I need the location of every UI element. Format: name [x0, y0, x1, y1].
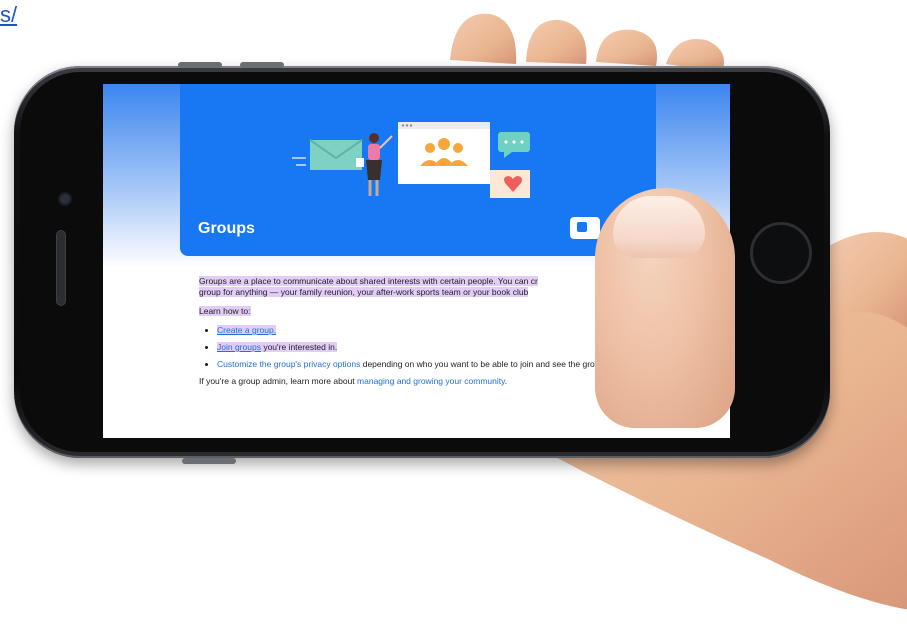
admin-text: If you're a group admin, learn more abou… [199, 376, 358, 386]
corner-link[interactable]: s/ [0, 2, 17, 28]
people-icon [398, 122, 490, 184]
thumbnail-nail [613, 196, 705, 258]
create-group-link[interactable]: Create a group. [217, 325, 276, 335]
volume-button [240, 62, 284, 68]
list-item: Create a group. [217, 325, 629, 336]
admin-suffix: . [504, 376, 508, 386]
heart-icon [490, 170, 530, 198]
hero-action-button[interactable] [570, 217, 600, 239]
article-content: Groups are a place to communicate about … [199, 276, 629, 395]
speaker-slot [56, 230, 66, 306]
volume-button [178, 62, 222, 68]
envelope-icon [292, 139, 363, 170]
community-link[interactable]: managing and growing your community [357, 376, 505, 386]
list-item: Customize the group's privacy options de… [217, 359, 629, 370]
join-groups-link[interactable]: Join groups [217, 342, 261, 352]
list-item-text: you're interested in. [260, 342, 338, 352]
how-to-list: Create a group. Join groups you're inter… [199, 325, 629, 370]
intro-text: group for anything — your family reunion… [199, 287, 529, 297]
hero-action-icon [577, 222, 587, 232]
thumb-image [595, 188, 735, 428]
groups-illustration [292, 122, 530, 198]
power-button [182, 458, 236, 464]
list-item-text: depending on who you want to be able to … [360, 359, 607, 369]
chat-bubble-icon [498, 132, 530, 158]
home-button[interactable] [750, 222, 812, 284]
camera-icon [58, 192, 72, 206]
intro-text: Groups are a place to communicate about … [199, 276, 538, 286]
page-title: Groups [198, 220, 255, 237]
hero-banner: Groups [180, 84, 656, 256]
learn-how-label: Learn how to: [199, 306, 251, 316]
privacy-options-link[interactable]: Customize the group's privacy options [217, 359, 360, 369]
list-item: Join groups you're interested in. [217, 342, 629, 353]
